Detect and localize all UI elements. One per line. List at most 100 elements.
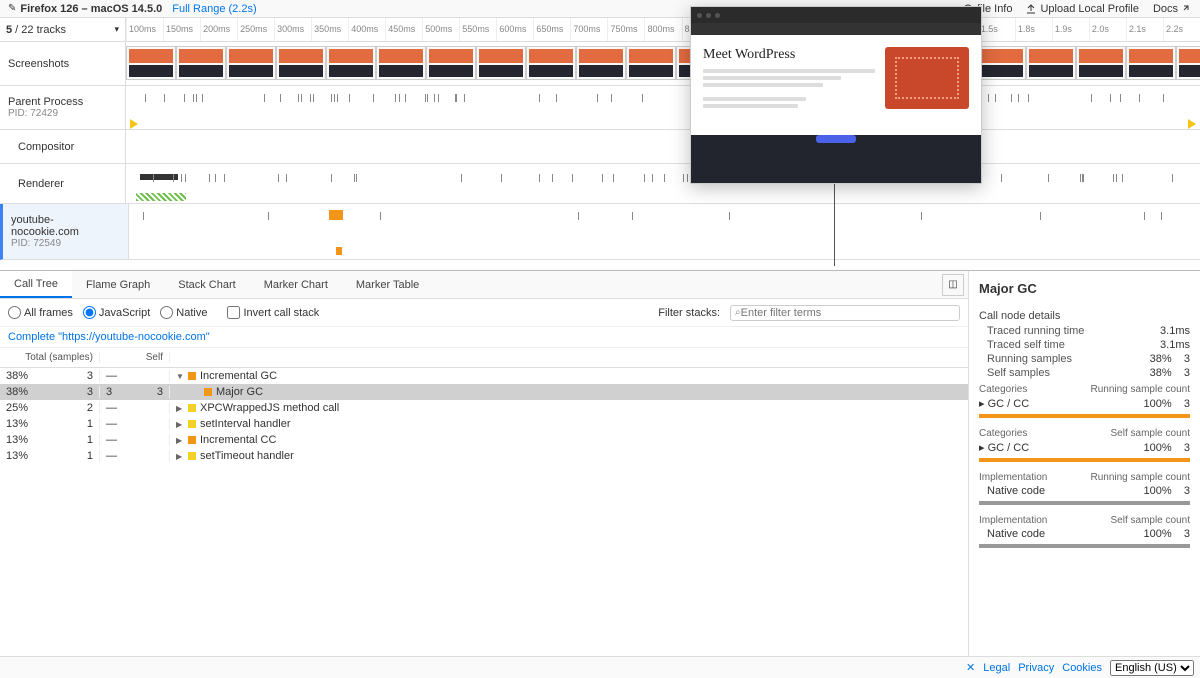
ruler-tick: 700ms — [570, 18, 600, 41]
screenshot-thumb[interactable] — [376, 46, 426, 80]
activity-hatch — [136, 193, 186, 201]
radio-all-frames[interactable]: All frames — [8, 306, 73, 319]
cookies-link[interactable]: Cookies — [1062, 662, 1102, 674]
marker-flag-icon — [130, 119, 138, 129]
breadcrumb[interactable]: Complete "https://youtube-nocookie.com" — [0, 327, 968, 348]
ruler-tick: 350ms — [311, 18, 341, 41]
track-label-screenshots[interactable]: Screenshots — [0, 42, 126, 85]
compositor-track[interactable] — [126, 130, 1200, 163]
filter-label: Filter stacks: — [658, 307, 720, 319]
ruler-tick: 800ms — [644, 18, 674, 41]
ruler-tick: 2.1s — [1126, 18, 1146, 41]
preview-heading: Meet WordPress — [703, 47, 875, 63]
screenshot-thumb[interactable] — [576, 46, 626, 80]
marker-flag-icon — [1188, 119, 1196, 129]
upload-profile-button[interactable]: Upload Local Profile — [1026, 3, 1138, 15]
screenshot-thumb[interactable] — [1126, 46, 1176, 80]
detail-title: Major GC — [969, 271, 1200, 304]
legal-link[interactable]: Legal — [983, 662, 1010, 674]
ruler-tick: 2.2s — [1163, 18, 1183, 41]
ruler-tick: 500ms — [422, 18, 452, 41]
ruler-tick: 400ms — [348, 18, 378, 41]
calltree-row[interactable]: 13%1—▶Incremental CC — [0, 432, 968, 448]
ruler-tick: 200ms — [200, 18, 230, 41]
category-bar — [979, 414, 1190, 418]
youtube-track[interactable] — [129, 204, 1200, 259]
ruler-tick: 150ms — [163, 18, 193, 41]
checkbox-invert[interactable]: Invert call stack — [227, 306, 319, 319]
radio-javascript[interactable]: JavaScript — [83, 306, 150, 319]
screenshot-thumb[interactable] — [176, 46, 226, 80]
tab-flamegraph[interactable]: Flame Graph — [72, 271, 164, 298]
call-tree[interactable]: 38%3—▼Incremental GC38%333Major GC25%2—▶… — [0, 368, 968, 464]
ruler-tick: 2.0s — [1089, 18, 1109, 41]
chevron-down-icon: ▾ — [114, 24, 119, 35]
ruler-tick: 1.8s — [1015, 18, 1035, 41]
calltree-row[interactable]: 38%333Major GC — [0, 384, 968, 400]
tab-calltree[interactable]: Call Tree — [0, 271, 72, 298]
tracks-toggle[interactable]: 5 / 22 tracks ▾ — [0, 18, 126, 41]
category-row[interactable]: ▸ GC / CC100% 3 — [969, 439, 1200, 456]
screenshot-thumb[interactable] — [1176, 46, 1200, 80]
screenshot-thumb[interactable] — [426, 46, 476, 80]
ruler-tick: 650ms — [533, 18, 563, 41]
tracks-count: 5 / 22 tracks — [6, 24, 66, 36]
flag-icon — [336, 247, 342, 255]
screenshot-thumb[interactable] — [626, 46, 676, 80]
ruler-tick: 450ms — [385, 18, 415, 41]
screenshot-thumb[interactable] — [1076, 46, 1126, 80]
sidebar-toggle-icon[interactable]: ◫ — [942, 274, 964, 296]
screenshot-thumb[interactable] — [476, 46, 526, 80]
screenshot-thumb[interactable] — [976, 46, 1026, 80]
screenshot-thumb[interactable] — [1026, 46, 1076, 80]
docs-link[interactable]: Docs — [1153, 3, 1192, 15]
track-label-renderer[interactable]: Renderer — [0, 164, 126, 203]
impl-row: Native code100% 3 — [969, 526, 1200, 542]
filter-input[interactable] — [741, 307, 955, 319]
edit-icon[interactable]: ✎ — [8, 3, 16, 14]
calltree-row[interactable]: 13%1—▶setInterval handler — [0, 416, 968, 432]
ruler-tick: 600ms — [496, 18, 526, 41]
ruler-tick: 100ms — [126, 18, 156, 41]
impl-bar — [979, 501, 1190, 505]
impl-bar — [979, 544, 1190, 548]
timeline-ruler[interactable]: 100ms 150ms 200ms 250ms 300ms 350ms 400ms 450ms… — [126, 18, 1200, 41]
tab-markertable[interactable]: Marker Table — [342, 271, 433, 298]
calltree-row[interactable]: 38%3—▼Incremental GC — [0, 368, 968, 384]
section-header: Call node details — [969, 304, 1200, 324]
screenshots-strip[interactable] — [126, 42, 1200, 85]
category-bar — [979, 458, 1190, 462]
range-selector[interactable]: Full Range (2.2s) — [172, 3, 256, 15]
ruler-tick: 750ms — [607, 18, 637, 41]
language-select[interactable]: English (US) — [1110, 660, 1194, 676]
screenshot-thumb[interactable] — [526, 46, 576, 80]
tab-markerchart[interactable]: Marker Chart — [250, 271, 342, 298]
col-header-self[interactable]: Self — [100, 352, 170, 363]
parent-track[interactable] — [126, 86, 1200, 129]
calltree-row[interactable]: 25%2—▶XPCWrappedJS method call — [0, 400, 968, 416]
category-row[interactable]: ▸ GC / CC100% 3 — [969, 395, 1200, 412]
calltree-row[interactable]: 13%1—▶setTimeout handler — [0, 448, 968, 464]
profile-title: Firefox 126 – macOS 14.5.0 — [20, 3, 162, 15]
ruler-tick: 550ms — [459, 18, 489, 41]
close-icon[interactable]: ✕ — [968, 661, 975, 674]
gc-marker — [329, 210, 343, 220]
ruler-tick: 250ms — [237, 18, 267, 41]
radio-native[interactable]: Native — [160, 306, 207, 319]
ruler-tick: 300ms — [274, 18, 304, 41]
screenshot-thumb[interactable] — [326, 46, 376, 80]
privacy-link[interactable]: Privacy — [1018, 662, 1054, 674]
renderer-track[interactable] — [126, 164, 1200, 203]
impl-row: Native code100% 3 — [969, 483, 1200, 499]
track-label-youtube[interactable]: youtube-nocookie.com PID: 72549 — [3, 204, 129, 259]
tab-stackchart[interactable]: Stack Chart — [164, 271, 249, 298]
preview-image — [885, 47, 969, 109]
screenshot-preview: Meet WordPress — [690, 6, 982, 184]
screenshot-thumb[interactable] — [126, 46, 176, 80]
screenshot-thumb[interactable] — [276, 46, 326, 80]
ruler-tick: 1.9s — [1052, 18, 1072, 41]
col-header-total[interactable]: Total (samples) — [0, 352, 100, 363]
track-label-parent[interactable]: Parent Process PID: 72429 — [0, 86, 126, 129]
screenshot-thumb[interactable] — [226, 46, 276, 80]
track-label-compositor[interactable]: Compositor — [0, 130, 126, 163]
